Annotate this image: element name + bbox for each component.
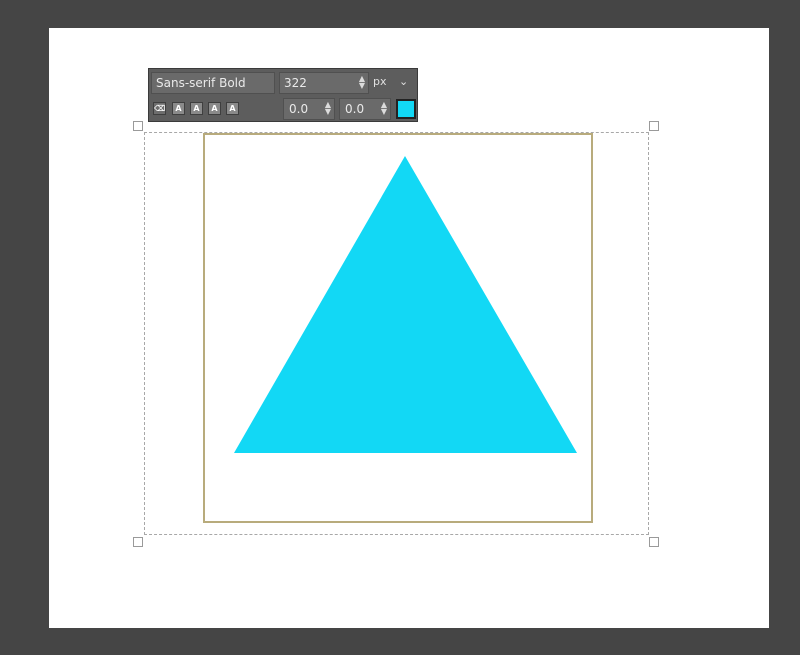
- clear-style-button[interactable]: ⌫: [153, 102, 166, 115]
- font-size-field[interactable]: 322 ▲ ▼: [279, 72, 369, 94]
- resize-handle-bottom-left[interactable]: [133, 537, 143, 547]
- text-color-button[interactable]: [396, 99, 416, 119]
- clear-style-icon: ⌫: [154, 104, 166, 113]
- kerning-spinner-icon[interactable]: ▲ ▼: [380, 101, 388, 116]
- bold-icon: A: [175, 104, 182, 113]
- bold-button[interactable]: A: [172, 102, 185, 115]
- underline-icon: A: [211, 104, 218, 113]
- resize-handle-top-right[interactable]: [649, 121, 659, 131]
- font-size-spinner-icon[interactable]: ▲ ▼: [358, 75, 366, 90]
- font-name-field[interactable]: Sans-serif Bold: [151, 72, 275, 94]
- italic-button[interactable]: A: [190, 102, 203, 115]
- font-size-value: 322: [284, 76, 307, 90]
- strikethrough-icon: A: [229, 104, 236, 113]
- text-color-swatch: [398, 101, 414, 117]
- unit-selector[interactable]: px ⌄: [373, 72, 415, 94]
- kerning-value: 0.0: [345, 102, 365, 116]
- toolbar-row-font: Sans-serif Bold 322 ▲ ▼ px ⌄: [149, 70, 417, 96]
- kerning-field[interactable]: 0.0 ▲ ▼: [339, 98, 391, 120]
- strikethrough-button[interactable]: A: [226, 102, 239, 115]
- resize-handle-top-left[interactable]: [133, 121, 143, 131]
- underline-button[interactable]: A: [208, 102, 221, 115]
- toolbar-row-style: ⌫ A A A A 0.0 ▲ ▼ 0.0 ▲ ▼: [149, 96, 417, 122]
- text-box-boundary[interactable]: [144, 132, 649, 535]
- baseline-spinner-icon[interactable]: ▲ ▼: [324, 101, 332, 116]
- baseline-offset-field[interactable]: 0.0 ▲ ▼: [283, 98, 335, 120]
- baseline-offset-value: 0.0: [289, 102, 309, 116]
- italic-icon: A: [193, 104, 200, 113]
- chevron-down-icon: ⌄: [399, 75, 409, 88]
- unit-label: px: [373, 75, 387, 88]
- resize-handle-bottom-right[interactable]: [649, 537, 659, 547]
- text-style-toolbar: Sans-serif Bold 322 ▲ ▼ px ⌄ ⌫ A A A A 0.…: [148, 68, 418, 122]
